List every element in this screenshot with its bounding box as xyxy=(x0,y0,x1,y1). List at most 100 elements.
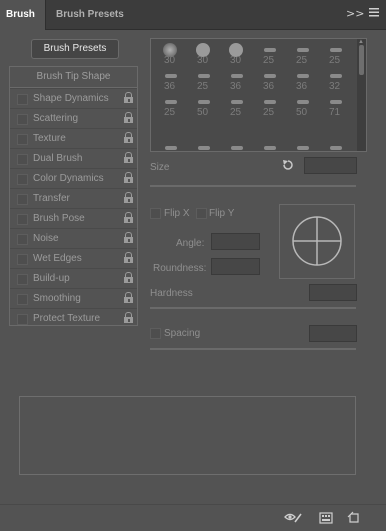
brush-grid-scrollbar[interactable]: ▲ xyxy=(357,39,366,151)
brush-tip-preset[interactable]: 25 xyxy=(319,43,350,69)
roundness-field[interactable] xyxy=(211,258,260,275)
spacing-slider[interactable] xyxy=(150,348,356,350)
eye-brush-icon[interactable] xyxy=(284,511,302,525)
option-checkbox[interactable] xyxy=(17,194,28,205)
brush-tip-preset[interactable] xyxy=(187,141,218,151)
angle-label: Angle: xyxy=(176,238,205,249)
scroll-thumb[interactable] xyxy=(359,45,364,75)
brush-tip-preset[interactable]: 30 xyxy=(154,43,185,69)
brush-tip-preset[interactable] xyxy=(154,141,185,151)
brush-option-wet-edges[interactable]: Wet Edges xyxy=(10,248,137,269)
option-checkbox[interactable] xyxy=(17,274,28,285)
spacing-checkbox[interactable] xyxy=(150,328,161,339)
brush-tip-preset[interactable] xyxy=(319,141,350,151)
brush-tip-preset[interactable]: 25 xyxy=(253,43,284,69)
brush-tip-preset[interactable]: 36 xyxy=(253,69,284,95)
brush-option-brush-pose[interactable]: Brush Pose xyxy=(10,208,137,229)
brush-tip-preset[interactable]: 25 xyxy=(286,43,317,69)
brush-option-noise[interactable]: Noise xyxy=(10,228,137,249)
tab-brush[interactable]: Brush xyxy=(0,0,46,30)
lock-icon[interactable] xyxy=(124,132,133,143)
panel-menu-icon[interactable] xyxy=(368,5,380,22)
hardness-slider[interactable] xyxy=(150,307,356,309)
reset-icon[interactable] xyxy=(281,158,295,175)
angle-field[interactable] xyxy=(211,233,260,250)
brush-option-transfer[interactable]: Transfer xyxy=(10,188,137,209)
brush-option-scattering[interactable]: Scattering xyxy=(10,108,137,129)
brush-panel-icon[interactable] xyxy=(319,511,333,525)
lock-icon[interactable] xyxy=(124,232,133,243)
brush-tip-preset[interactable]: 71 xyxy=(319,95,350,121)
brush-option-build-up[interactable]: Build-up xyxy=(10,268,137,289)
brush-tip-preset[interactable]: 30 xyxy=(187,43,218,69)
option-checkbox[interactable] xyxy=(17,234,28,245)
brush-presets-button[interactable]: Brush Presets xyxy=(31,39,119,59)
brush-tip-preset[interactable]: 30 xyxy=(220,43,251,69)
lock-icon[interactable] xyxy=(124,292,133,303)
panel-bottom-bar xyxy=(0,504,386,531)
lock-icon[interactable] xyxy=(124,212,133,223)
lock-icon[interactable] xyxy=(124,252,133,263)
brush-tip-preset[interactable] xyxy=(286,141,317,151)
brush-option-dual-brush[interactable]: Dual Brush xyxy=(10,148,137,169)
brush-tip-size: 50 xyxy=(196,107,209,118)
option-label: Transfer xyxy=(33,193,70,204)
brush-tip-preset[interactable]: 32 xyxy=(319,69,350,95)
brush-tip-preset[interactable]: 36 xyxy=(220,69,251,95)
brush-tip-preset[interactable]: 25 xyxy=(220,95,251,121)
brush-tip-preset[interactable]: 25 xyxy=(253,95,284,121)
brush-tip-preset[interactable] xyxy=(253,141,284,151)
brush-tip-shape-option[interactable]: Brush Tip Shape xyxy=(10,67,137,88)
option-label: Texture xyxy=(33,133,66,144)
brush-tip-thumbnail-icon xyxy=(330,100,342,104)
lock-icon[interactable] xyxy=(124,152,133,163)
size-slider[interactable] xyxy=(150,185,356,187)
new-preset-icon[interactable] xyxy=(347,511,361,525)
collapse-panel-icon[interactable]: >> xyxy=(346,7,364,20)
brush-tip-preset[interactable]: 50 xyxy=(187,95,218,121)
option-checkbox[interactable] xyxy=(17,294,28,305)
brush-option-shape-dynamics[interactable]: Shape Dynamics xyxy=(10,88,137,109)
brush-tip-size: 71 xyxy=(328,107,341,118)
option-checkbox[interactable] xyxy=(17,134,28,145)
brush-option-color-dynamics[interactable]: Color Dynamics xyxy=(10,168,137,189)
brush-tip-preset[interactable]: 50 xyxy=(286,95,317,121)
hardness-field[interactable] xyxy=(309,284,357,301)
option-checkbox[interactable] xyxy=(17,114,28,125)
brush-tip-thumbnail-icon xyxy=(165,146,177,150)
brush-tip-preset[interactable]: 25 xyxy=(154,95,185,121)
option-checkbox[interactable] xyxy=(17,314,28,325)
lock-icon[interactable] xyxy=(124,312,133,323)
option-checkbox[interactable] xyxy=(17,94,28,105)
brush-tip-preset[interactable]: 36 xyxy=(286,69,317,95)
angle-roundness-widget[interactable] xyxy=(279,204,355,279)
brush-tip-size: 25 xyxy=(196,81,209,92)
brush-option-texture[interactable]: Texture xyxy=(10,128,137,149)
brush-tip-thumbnail-icon xyxy=(198,146,210,150)
flip-x-checkbox[interactable] xyxy=(150,208,161,219)
brush-tip-thumbnail-icon xyxy=(297,74,309,78)
brush-tip-preset[interactable]: 36 xyxy=(154,69,185,95)
lock-icon[interactable] xyxy=(124,272,133,283)
size-field[interactable] xyxy=(304,157,357,174)
option-checkbox[interactable] xyxy=(17,174,28,185)
spacing-field[interactable] xyxy=(309,325,357,342)
brush-tip-size: 25 xyxy=(262,55,275,66)
brush-tip-preset[interactable] xyxy=(220,141,251,151)
brush-tip-preset[interactable]: 25 xyxy=(187,69,218,95)
brush-tip-thumbnail-icon xyxy=(330,48,342,52)
lock-icon[interactable] xyxy=(124,192,133,203)
option-checkbox[interactable] xyxy=(17,154,28,165)
lock-icon[interactable] xyxy=(124,172,133,183)
brush-option-protect-texture[interactable]: Protect Texture xyxy=(10,308,137,329)
brush-tip-thumbnail-icon xyxy=(297,146,309,150)
option-checkbox[interactable] xyxy=(17,254,28,265)
lock-icon[interactable] xyxy=(124,112,133,123)
lock-icon[interactable] xyxy=(124,92,133,103)
tab-brush-presets[interactable]: Brush Presets xyxy=(50,0,130,29)
brush-option-smoothing[interactable]: Smoothing xyxy=(10,288,137,309)
option-label: Scattering xyxy=(33,113,79,124)
option-checkbox[interactable] xyxy=(17,214,28,225)
flip-y-checkbox[interactable] xyxy=(196,208,207,219)
hardness-label: Hardness xyxy=(150,288,193,299)
